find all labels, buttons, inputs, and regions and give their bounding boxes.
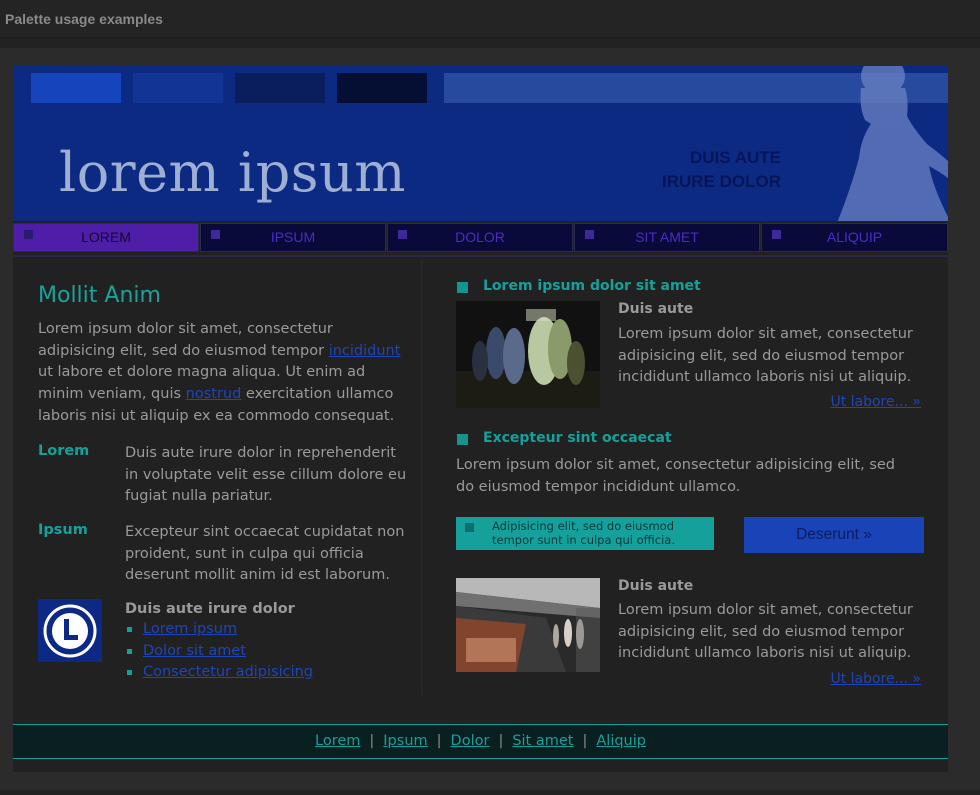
color-swatch-3 [235,73,325,103]
footer-separator: | [582,733,588,749]
site-logo[interactable]: lorem ipsum [59,141,406,204]
section-text: Lorem ipsum dolor sit amet, consectetur … [456,457,895,495]
item-text: Lorem ipsum dolor sit amet, consectetur … [618,602,913,662]
bullet-icon [127,627,132,632]
nav-item-sit-amet[interactable]: SIT AMET [574,223,760,252]
definition-description: Excepteur sint occaecat cupidatat non pr… [125,524,405,584]
color-swatch-1 [31,73,121,103]
nav-item-lorem[interactable]: LOREM [13,223,199,252]
main-nav: LOREM IPSUM DOLOR SIT AMET ALIQUIP [13,223,948,255]
nav-item-label: DOLOR [455,229,505,245]
list-link[interactable]: Dolor sit amet [143,643,246,659]
nav-item-label: SIT AMET [635,229,699,245]
footer-link-aliquip[interactable]: Aliquip [596,733,646,749]
nav-item-label: IPSUM [270,229,316,245]
section-heading: Mollit Anim [38,283,161,308]
footer-link-ipsum[interactable]: Ipsum [383,733,427,749]
window-title: Palette usage examples [5,11,163,27]
nav-bullet-icon [772,230,781,239]
square-bullet-icon [465,523,474,532]
color-swatch-2 [133,73,223,103]
bullet-icon [127,670,132,676]
site-header: lorem ipsum DUIS AUTE IRURE DOLOR [13,66,948,221]
link-list-heading: Duis aute irure dolor [125,601,295,617]
callout-box: Adipisicing elit, sed do eiusmod tempor … [456,517,714,550]
definition-term: Lorem [38,443,90,459]
item-text: Lorem ipsum dolor sit amet, consectetur … [618,326,913,386]
link-list-items: Lorem ipsum Dolor sit amet Consectetur a… [125,619,405,684]
footer-link-lorem[interactable]: Lorem [315,733,360,749]
footer-separator: | [498,733,504,749]
read-more-link[interactable]: Ut labore... » [776,671,921,687]
deserunt-button[interactable]: Deserunt » [744,517,924,553]
woman-silhouette-image [837,66,948,221]
color-swatch-4 [337,73,427,103]
nav-item-dolor[interactable]: DOLOR [387,223,573,252]
section-title-text: Lorem ipsum dolor sit amet [483,278,701,294]
callout-text: Adipisicing elit, sed do eiusmod tempor … [492,519,676,547]
bullet-icon [127,648,132,654]
nav-item-label: ALIQUIP [826,229,883,245]
info-box [38,599,102,662]
nav-underline [13,255,948,257]
link-list: Duis aute irure dolor Lorem ipsum Dolor … [125,601,405,684]
nav-bullet-icon [211,230,220,239]
item-title: Duis aute [618,578,694,594]
read-more-link[interactable]: Ut labore... » [776,394,921,410]
section-title-text: Excepteur sint occaecat [483,430,672,446]
subway-photo [456,578,600,672]
list-link[interactable]: Consectetur adipisicing [143,664,313,680]
nav-item-label: LOREM [81,229,131,245]
footer-link-dolor[interactable]: Dolor [451,733,490,749]
item-title: Duis aute [618,301,694,317]
nav-item-aliquip[interactable]: ALIQUIP [761,223,948,252]
list-item: Lorem ipsum [125,619,405,641]
section-title: Lorem ipsum dolor sit amet [457,278,701,294]
window-titlebar: Palette usage examples [0,0,980,38]
intro-paragraph: Lorem ipsum dolor sit amet, consectetur … [38,319,408,428]
site-footer: Lorem | Ipsum | Dolor | Sit amet | Aliquip [13,724,948,759]
square-bullet-icon [457,434,468,445]
definition-description: Duis aute irure dolor in reprehenderit i… [125,445,407,505]
preview-frame: lorem ipsum DUIS AUTE IRURE DOLOR LOREM … [0,48,980,790]
list-item: Consectetur adipisicing [125,662,405,684]
header-tagline: DUIS AUTE IRURE DOLOR [662,146,781,194]
page-canvas: lorem ipsum DUIS AUTE IRURE DOLOR LOREM … [13,66,948,772]
section-title: Excepteur sint occaecat [457,430,672,446]
crowd-photo [456,301,600,408]
nostrud-link[interactable]: nostrud [186,386,242,402]
nav-item-ipsum[interactable]: IPSUM [200,223,386,252]
nav-bullet-icon [585,230,594,239]
nav-bullet-icon [398,230,407,239]
footer-separator: | [436,733,442,749]
tagline-line-1: DUIS AUTE [690,148,781,167]
nav-bullet-icon [24,230,33,239]
square-bullet-icon [457,282,468,293]
footer-link-sit-amet[interactable]: Sit amet [512,733,573,749]
definition-term: Ipsum [38,522,88,538]
incididunt-link[interactable]: incididunt [329,343,401,359]
tagline-line-2: IRURE DOLOR [662,172,781,191]
column-divider [421,260,422,695]
list-link[interactable]: Lorem ipsum [143,621,237,637]
intro-text-1: Lorem ipsum dolor sit amet, consectetur … [38,321,333,359]
clock-logo-icon [43,604,97,658]
footer-separator: | [369,733,375,749]
list-item: Dolor sit amet [125,641,405,663]
